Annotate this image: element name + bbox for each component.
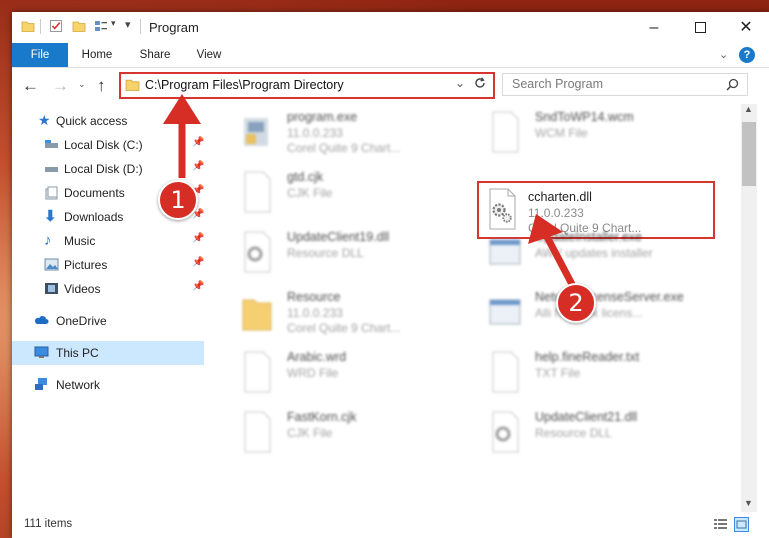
- arrow-1-head: [163, 94, 201, 124]
- arrow-2-shaft: [541, 231, 579, 292]
- annotation-arrows: [163, 94, 579, 292]
- step-1-badge: 1: [158, 180, 198, 220]
- step-2-badge: 2: [556, 283, 596, 323]
